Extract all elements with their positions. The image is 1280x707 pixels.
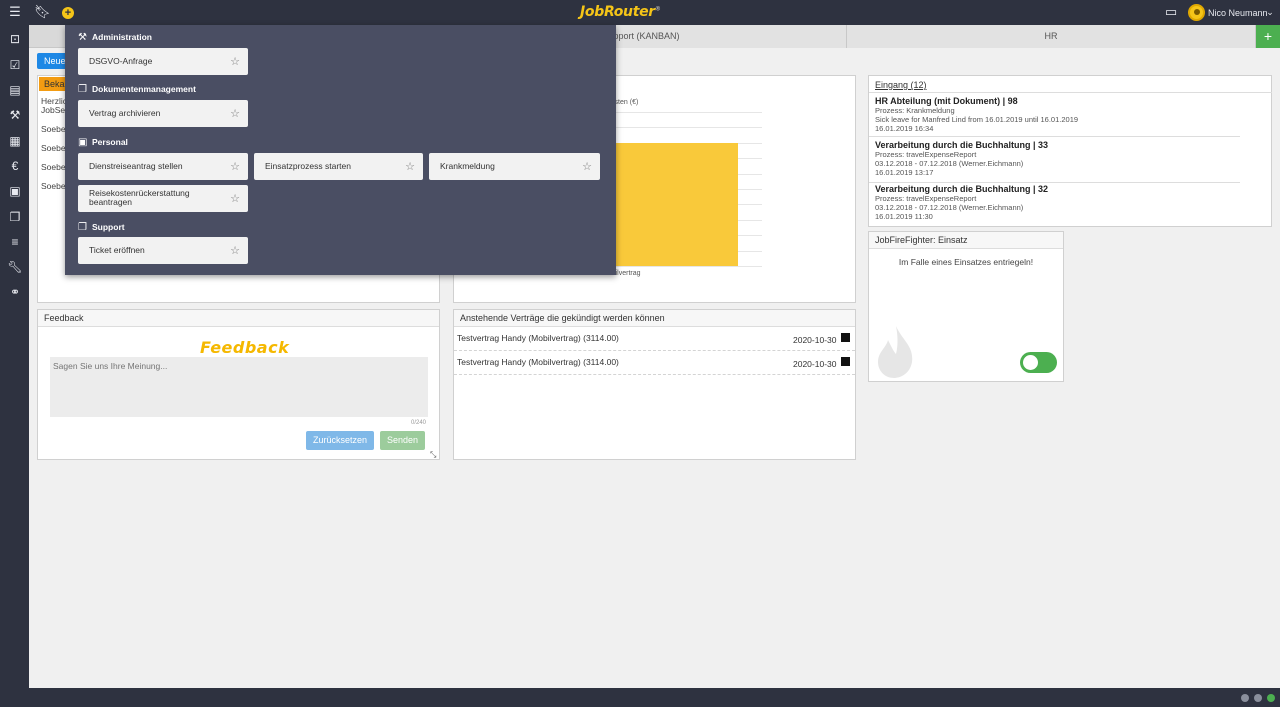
inbox-icon[interactable]: ⊡ [6,31,24,47]
contract-row[interactable]: Testvertrag Handy (Mobilvertrag) (3114.0… [454,351,855,375]
contracts-title: Anstehende Verträge die gekündigt werden… [454,310,855,327]
firefighter-toggle[interactable] [1020,352,1057,373]
menu-section-support: ❐ Support [78,222,125,233]
chart-gridline [600,127,762,129]
flame-icon [878,326,913,378]
menu-item-reisekosten[interactable]: Reisekostenrückerstattung beantragen ☆ [78,185,248,212]
firefighter-title: JobFireFighter: Einsatz [869,232,1063,249]
files-icon: ❐ [78,222,87,233]
form-icon[interactable]: ▦ [6,133,24,149]
status-dot [1254,694,1262,702]
files-icon[interactable]: ❐ [6,209,24,225]
chart-gridline [600,266,762,267]
top-bar: ☰ 🔖︎ + JobRouter® ▭ Nico Neumann ⌄ [0,0,1280,25]
firefighter-message: Im Falle eines Einsatzes entriegeln! [898,257,1034,267]
inbox-item[interactable]: HR Abteilung (mit Dokument) | 98 Prozess… [869,96,1240,137]
contract-row[interactable]: Testvertrag Handy (Mobilvertrag) (3114.0… [454,327,855,351]
star-icon[interactable]: ☆ [405,160,415,173]
bookmark-icon[interactable]: 🔖︎ [34,4,51,20]
menu-item-ticket[interactable]: Ticket eröffnen ☆ [78,237,248,264]
tab-hr[interactable]: HR [847,25,1256,48]
add-tab-button[interactable]: + [1256,25,1280,48]
document-icon[interactable]: ▤ [6,82,24,98]
checkbox-icon[interactable]: ☑ [6,57,24,73]
edit-icon[interactable] [841,333,850,342]
chart-gridline [600,112,762,113]
list-icon[interactable]: ≡ [6,234,24,250]
divider [869,92,1272,93]
feedback-heading: Feedback [200,338,290,357]
feedback-input[interactable] [50,357,428,417]
menu-item-vertrag-archivieren[interactable]: Vertrag archivieren ☆ [78,100,248,127]
resize-handle-icon[interactable]: ⤡ [430,450,436,460]
status-dot [1241,694,1249,702]
hammer-icon: ⚒ [78,32,87,43]
status-dot-active [1267,694,1275,702]
id-card-icon: ▣ [78,137,88,148]
star-icon[interactable]: ☆ [230,192,240,205]
menu-section-administration: ⚒ Administration [78,32,152,43]
menu-item-einsatzprozess[interactable]: Einsatzprozess starten ☆ [254,153,423,180]
news-tab[interactable]: Beka [39,77,65,91]
edit-icon[interactable] [841,357,850,366]
new-button[interactable]: Neue [37,53,67,69]
hammer-icon[interactable]: ⚒ [6,107,24,123]
inbox-title[interactable]: Eingang (12) [875,80,927,90]
chevron-down-icon[interactable]: ⌄ [1262,4,1278,20]
clipboard-icon[interactable]: ▭ [1163,4,1179,20]
user-name[interactable]: Nico Neumann [1208,8,1268,18]
star-icon[interactable]: ☆ [230,244,240,257]
star-icon[interactable]: ☆ [230,160,240,173]
star-icon[interactable]: ☆ [230,55,240,68]
left-sidebar: ⊡ ☑ ▤ ⚒ ▦ € ▣ ❐ ≡ 🔧︎ ⚭ [0,25,29,707]
menu-section-personal: ▣ Personal [78,137,128,148]
star-icon[interactable]: ☆ [582,160,592,173]
chart-bar[interactable] [616,142,738,266]
menu-icon[interactable]: ☰ [7,4,23,20]
menu-section-dokumentenmanagement: ❐ Dokumentenmanagement [78,84,196,95]
menu-item-krankmeldung[interactable]: Krankmeldung ☆ [429,153,600,180]
reset-button[interactable]: Zurücksetzen [306,431,374,450]
feedback-char-counter: 0/240 [411,420,427,426]
news-line: JobSel [41,105,67,115]
wrench-icon[interactable]: 🔧︎ [6,259,24,275]
inbox-item[interactable]: Verarbeitung durch die Buchhaltung | 32 … [869,184,1240,226]
process-start-menu: ⚒ Administration DSGVO-Anfrage ☆ ❐ Dokument… [65,25,616,275]
link-icon[interactable]: ⚭ [6,284,24,300]
app-logo[interactable]: JobRouter® [580,4,661,20]
avatar[interactable] [1188,4,1205,21]
menu-item-dsgvo[interactable]: DSGVO-Anfrage ☆ [78,48,248,75]
id-card-icon[interactable]: ▣ [6,183,24,199]
star-icon[interactable]: ☆ [230,107,240,120]
plus-circle-icon[interactable]: + [60,4,76,20]
feedback-panel-title: Feedback [38,310,439,327]
files-icon: ❐ [78,84,87,95]
euro-icon[interactable]: € [6,158,24,174]
send-button[interactable]: Senden [380,431,425,450]
bottom-bar [29,688,1280,707]
inbox-item[interactable]: Verarbeitung durch die Buchhaltung | 33 … [869,140,1240,183]
menu-item-dienstreiseantrag[interactable]: Dienstreiseantrag stellen ☆ [78,153,248,180]
